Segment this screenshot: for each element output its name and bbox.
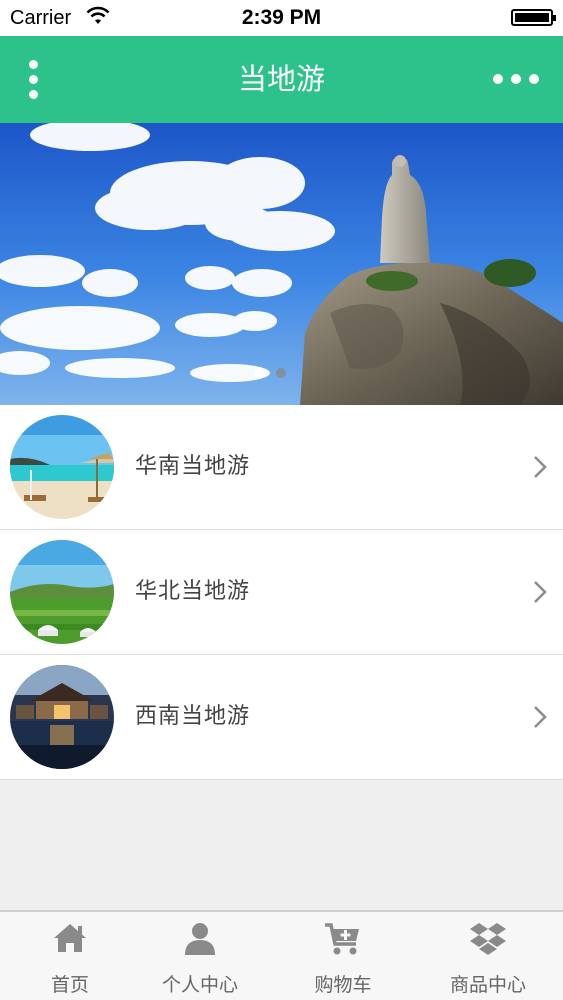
page-title: 当地游 (237, 62, 325, 96)
tab-bar: 首页 个人中心 购物车 商品中心 (0, 910, 563, 1000)
carousel-dot-active (254, 368, 264, 378)
tab-label: 购物车 (314, 974, 372, 996)
tab-home[interactable]: 首页 (0, 912, 140, 1000)
list-item[interactable]: 西南当地游 (0, 655, 563, 780)
horizontal-dots-more-icon[interactable] (493, 69, 539, 89)
chevron-right-icon (534, 456, 547, 478)
tab-products[interactable]: 商品中心 (418, 912, 558, 1000)
battery-icon (511, 9, 556, 26)
list-item-label: 华北当地游 (135, 579, 251, 604)
list-item[interactable]: 华北当地游 (0, 530, 563, 655)
beach-thumbnail (10, 415, 114, 519)
resort-thumbnail (10, 665, 114, 769)
banner-image (0, 123, 563, 405)
tab-label: 首页 (50, 974, 89, 996)
user-icon (185, 923, 215, 955)
carousel-indicator (254, 368, 286, 378)
dropbox-icon (470, 923, 506, 955)
list-item-label: 西南当地游 (135, 704, 251, 729)
banner-carousel[interactable] (0, 123, 563, 405)
grassland-thumbnail (10, 540, 114, 644)
carousel-dot (276, 368, 286, 378)
tab-cart[interactable]: 购物车 (273, 912, 413, 1000)
tab-label: 个人中心 (161, 974, 238, 996)
chevron-right-icon (534, 706, 547, 728)
clock: 2:39 PM (241, 6, 322, 29)
list-item[interactable]: 华南当地游 (0, 405, 563, 530)
chevron-right-icon (534, 581, 547, 603)
list-item-label: 华南当地游 (135, 454, 251, 479)
status-bar: Carrier 2:39 PM (0, 0, 563, 36)
tab-label: 商品中心 (449, 974, 526, 996)
tab-profile[interactable]: 个人中心 (130, 912, 270, 1000)
home-icon (54, 924, 86, 952)
nav-bar: 当地游 (0, 36, 563, 123)
region-list: 华南当地游 华北当地游 西南当地游 (0, 405, 563, 780)
cart-icon (325, 923, 359, 955)
